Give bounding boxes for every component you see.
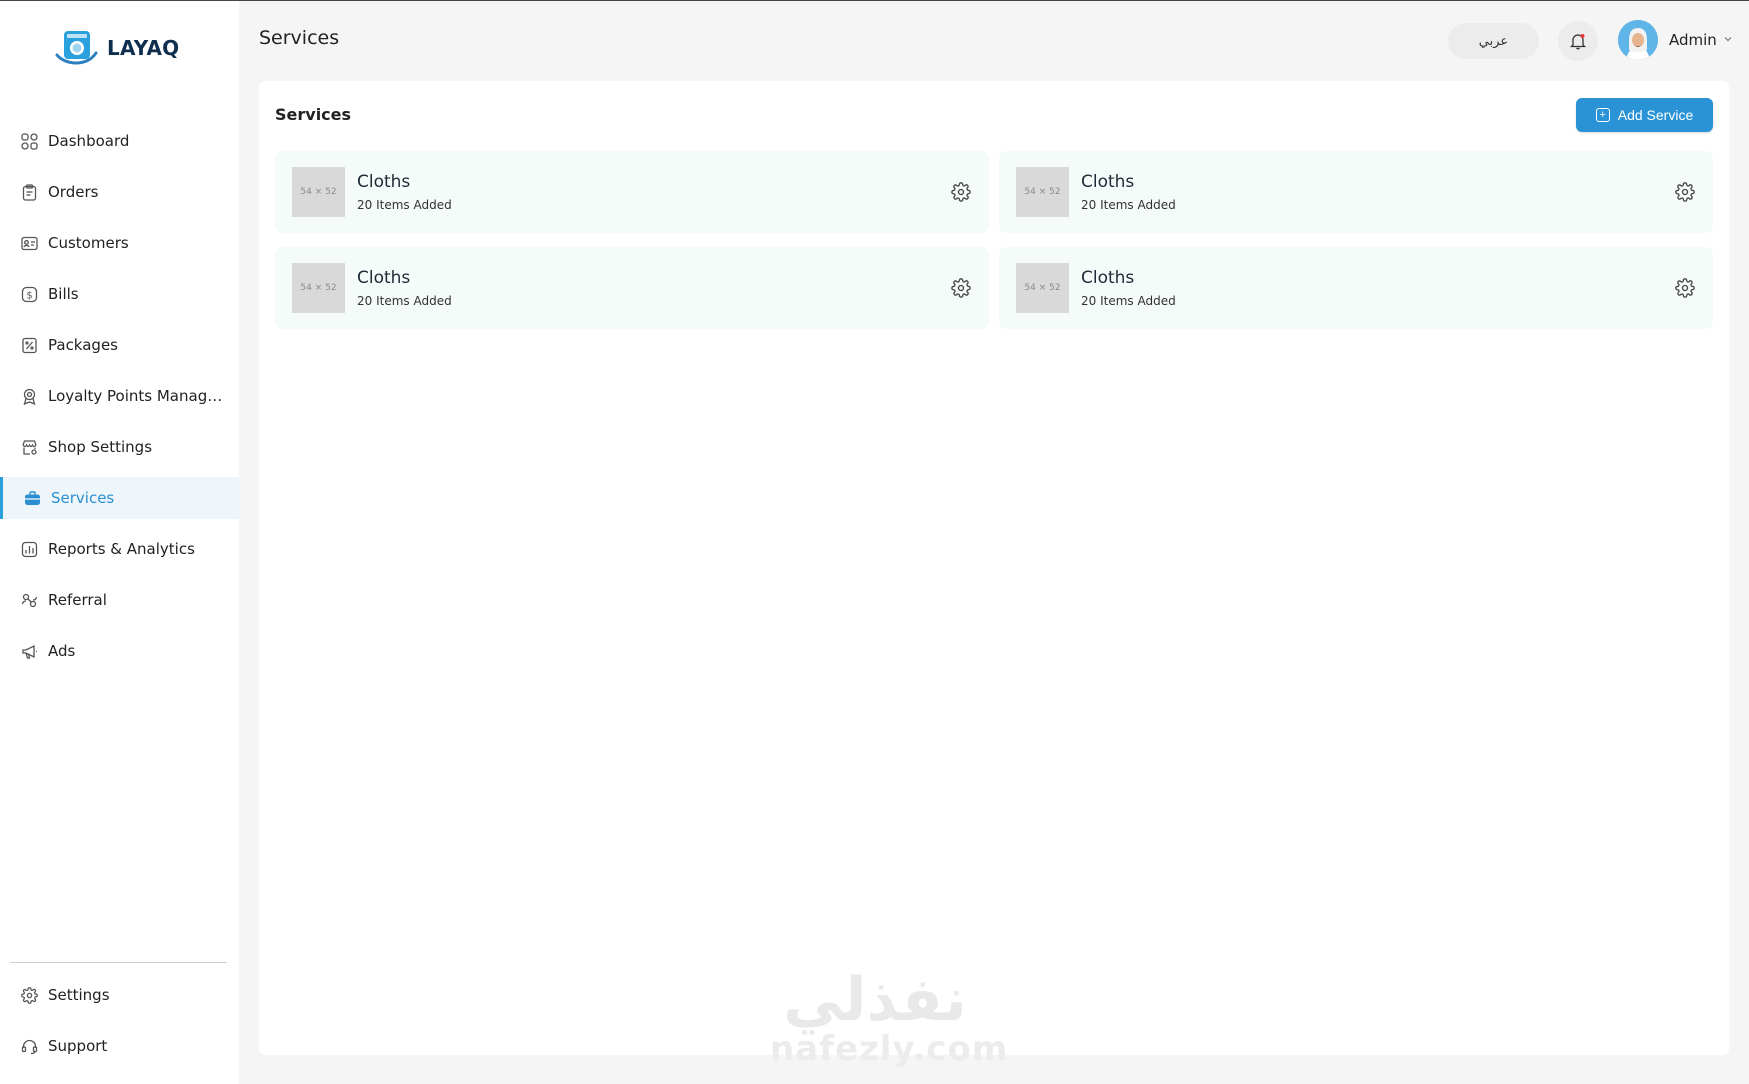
logo-text: LAYAQ <box>107 36 180 60</box>
service-item-count: 20 Items Added <box>357 198 452 212</box>
sidebar-item-loyalty-points[interactable]: Loyalty Points Manage... <box>0 375 239 417</box>
gear-icon[interactable] <box>1675 278 1695 298</box>
id-card-icon <box>20 234 38 252</box>
sidebar-item-shop-settings[interactable]: Shop Settings <box>0 426 239 468</box>
service-item-count: 20 Items Added <box>357 294 452 308</box>
sidebar-item-services[interactable]: Services <box>0 477 239 519</box>
sidebar-item-dashboard[interactable]: Dashboard <box>0 120 239 162</box>
service-thumbnail: 54 × 52 <box>292 167 345 217</box>
service-item-count: 20 Items Added <box>1081 294 1176 308</box>
sidebar-item-label: Support <box>48 1037 108 1055</box>
percent-tag-icon <box>20 336 38 354</box>
bell-icon <box>1569 34 1587 50</box>
sidebar-item-label: Referral <box>48 591 107 609</box>
sidebar-item-customers[interactable]: Customers <box>0 222 239 264</box>
sidebar-item-label: Settings <box>48 986 110 1004</box>
briefcase-icon <box>23 489 41 507</box>
service-name: Cloths <box>1081 172 1135 192</box>
add-service-button[interactable]: + Add Service <box>1576 98 1713 132</box>
service-name: Cloths <box>1081 268 1135 288</box>
sidebar-item-label: Customers <box>48 234 129 252</box>
services-panel: Services + Add Service 54 × 52 Cloths 20… <box>259 81 1729 1055</box>
service-card[interactable]: 54 × 52 Cloths 20 Items Added <box>999 151 1713 233</box>
sidebar-item-label: Ads <box>48 642 76 660</box>
chevron-down-icon <box>1723 34 1733 47</box>
language-toggle-button[interactable]: عربي <box>1448 23 1539 59</box>
services-grid: 54 × 52 Cloths 20 Items Added 54 × 52 Cl… <box>275 151 1713 329</box>
sidebar-item-label: Orders <box>48 183 99 201</box>
chart-icon <box>20 540 38 558</box>
sidebar-item-support[interactable]: Support <box>0 1025 239 1067</box>
gear-icon[interactable] <box>951 182 971 202</box>
megaphone-icon <box>20 642 38 660</box>
service-name: Cloths <box>357 172 411 192</box>
award-icon <box>20 387 38 405</box>
sidebar-item-label: Bills <box>48 285 79 303</box>
sidebar-bottom-nav: Settings Support <box>0 974 239 1076</box>
sidebar-divider <box>10 962 227 963</box>
logo[interactable]: LAYAQ <box>55 29 179 67</box>
service-card[interactable]: 54 × 52 Cloths 20 Items Added <box>275 247 989 329</box>
gear-icon <box>20 986 38 1004</box>
sidebar-item-label: Loyalty Points Manage... <box>48 387 223 405</box>
service-thumbnail: 54 × 52 <box>1016 263 1069 313</box>
gear-icon[interactable] <box>1675 182 1695 202</box>
sidebar: LAYAQ Dashboard Orders Customers $ Bills <box>0 1 239 1084</box>
window-top-border <box>0 0 1749 1</box>
sidebar-item-label: Shop Settings <box>48 438 153 456</box>
notifications-button[interactable] <box>1558 21 1598 61</box>
sidebar-item-settings[interactable]: Settings <box>0 974 239 1016</box>
avatar <box>1618 20 1658 60</box>
page-title: Services <box>259 27 340 49</box>
sidebar-item-label: Dashboard <box>48 132 130 150</box>
shop-settings-icon <box>20 438 38 456</box>
plus-square-icon: + <box>1595 108 1610 122</box>
add-service-label: Add Service <box>1617 107 1694 123</box>
sidebar-item-referral[interactable]: Referral <box>0 579 239 621</box>
laundry-machine-logo-icon <box>55 31 98 65</box>
gear-icon[interactable] <box>951 278 971 298</box>
service-card[interactable]: 54 × 52 Cloths 20 Items Added <box>999 247 1713 329</box>
sidebar-nav: Dashboard Orders Customers $ Bills Packa… <box>0 120 239 681</box>
sidebar-item-bills[interactable]: $ Bills <box>0 273 239 315</box>
service-thumbnail: 54 × 52 <box>292 263 345 313</box>
user-name: Admin <box>1669 31 1717 49</box>
svg-text:$: $ <box>26 290 32 301</box>
dollar-icon: $ <box>20 285 38 303</box>
sidebar-item-label: Services <box>51 489 115 507</box>
referral-icon <box>20 591 38 609</box>
service-card[interactable]: 54 × 52 Cloths 20 Items Added <box>275 151 989 233</box>
sidebar-item-packages[interactable]: Packages <box>0 324 239 366</box>
service-thumbnail: 54 × 52 <box>1016 167 1069 217</box>
grid-icon <box>20 132 38 150</box>
user-menu[interactable]: Admin <box>1618 20 1733 60</box>
headset-icon <box>20 1037 38 1055</box>
sidebar-item-orders[interactable]: Orders <box>0 171 239 213</box>
sidebar-item-reports-analytics[interactable]: Reports & Analytics <box>0 528 239 570</box>
clipboard-icon <box>20 183 38 201</box>
sidebar-item-label: Packages <box>48 336 118 354</box>
service-name: Cloths <box>357 268 411 288</box>
section-title: Services <box>275 105 352 124</box>
service-item-count: 20 Items Added <box>1081 198 1176 212</box>
sidebar-item-label: Reports & Analytics <box>48 540 195 558</box>
sidebar-item-ads[interactable]: Ads <box>0 630 239 672</box>
